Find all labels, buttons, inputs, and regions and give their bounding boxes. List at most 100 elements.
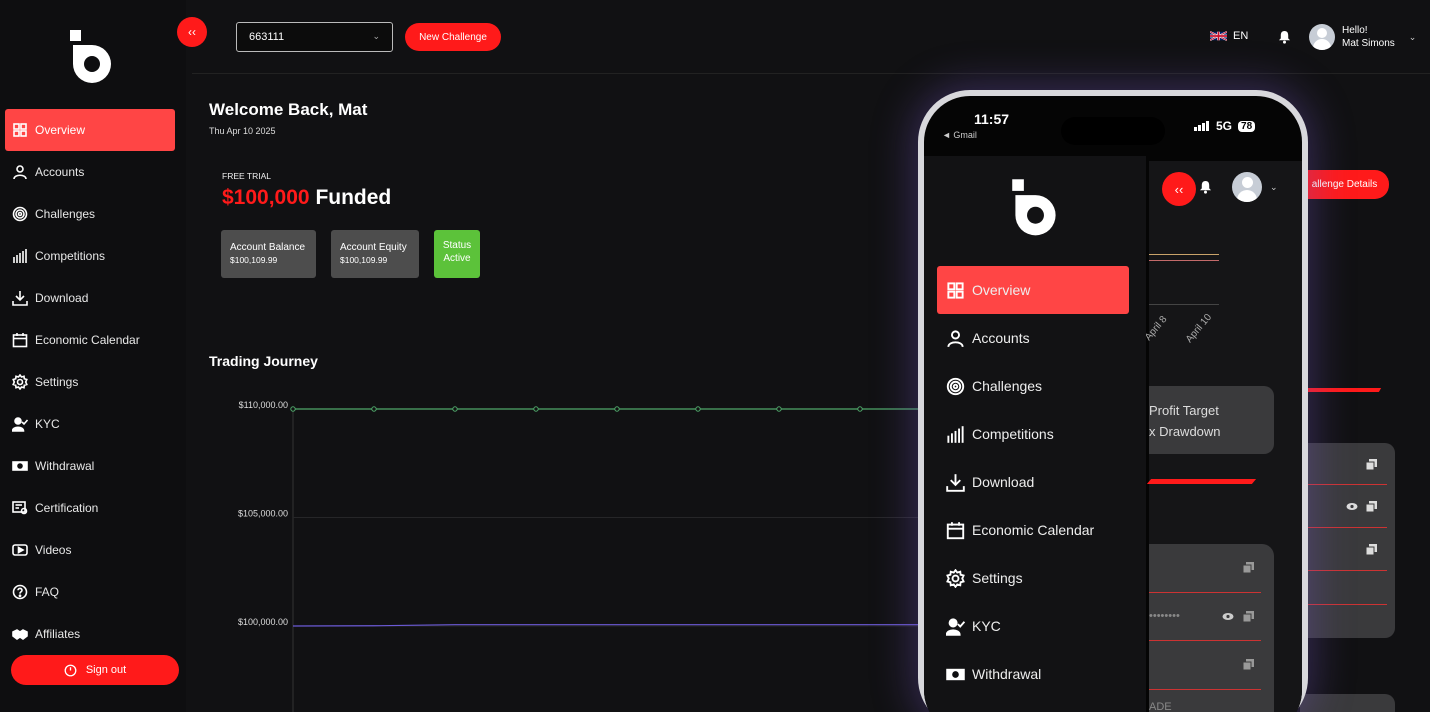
data-point[interactable] [533, 406, 539, 412]
user-greeting: Hello! [1342, 25, 1368, 36]
current-date: Thu Apr 10 2025 [209, 126, 276, 136]
sidebar-item-label: Competitions [35, 249, 106, 263]
copy-icon[interactable] [1366, 501, 1377, 512]
user-icon [12, 164, 28, 180]
eye-icon[interactable] [1222, 612, 1234, 621]
challenge-details-label: allenge Details [1311, 179, 1378, 190]
phone-nav-item-accounts[interactable]: Accounts [937, 314, 1129, 362]
notification-bell-icon[interactable] [1278, 30, 1291, 44]
network-label: 5G [1216, 119, 1233, 133]
challenge-details-button[interactable]: allenge Details [1300, 170, 1389, 199]
phone-nav-item-competitions[interactable]: Competitions [937, 410, 1129, 458]
collapse-sidebar-button[interactable]: ‹‹ [177, 17, 207, 47]
x-tick-label: April 8 [1142, 314, 1170, 343]
phone-nav-item-challenges[interactable]: Challenges [937, 362, 1129, 410]
phone-nav-label: Challenges [972, 378, 1043, 394]
data-point[interactable] [452, 406, 458, 412]
sidebar-item-label: Challenges [35, 207, 96, 221]
copy-icon[interactable] [1366, 459, 1377, 470]
chevron-down-icon: ⌄ [1270, 182, 1278, 192]
sidebar-item-competitions[interactable]: Competitions [5, 235, 175, 277]
gear-icon [12, 374, 28, 390]
sidebar-item-download[interactable]: Download [5, 277, 175, 319]
copy-icon[interactable] [1243, 659, 1254, 670]
account-select[interactable]: 663111 ⌄ [236, 22, 393, 52]
phone-nav-item-economic-calendar[interactable]: Economic Calendar [937, 506, 1129, 554]
sidebar-item-label: Settings [35, 375, 79, 389]
y-tick-label: $105,000.00 [238, 509, 288, 519]
sidebar-item-label: Certification [35, 501, 99, 515]
row-divider [1149, 640, 1261, 641]
sidebar-item-kyc[interactable]: KYC [5, 403, 175, 445]
sidebar-item-overview[interactable]: Overview [5, 109, 175, 151]
double-chevron-left-icon: ‹‹ [188, 25, 196, 39]
sidebar-item-accounts[interactable]: Accounts [5, 151, 175, 193]
row-divider [1300, 527, 1387, 528]
phone-nav-item-download[interactable]: Download [937, 458, 1129, 506]
language-selector[interactable]: EN [1210, 30, 1248, 42]
phone-nav-item-overview[interactable]: Overview [937, 266, 1129, 314]
phone-status-icons: 5G 78 [1194, 119, 1256, 133]
sidebar-item-affiliates[interactable]: Affiliates [5, 613, 175, 655]
stat-value: $100,109.99 [230, 255, 278, 265]
copy-icon[interactable] [1243, 562, 1254, 573]
phone-mockup: 11:57 ◄ Gmail 5G 78 April 8 April 10 11 … [918, 90, 1308, 712]
data-point[interactable] [290, 406, 296, 412]
account-credentials-card [1300, 443, 1395, 638]
sidebar-item-videos[interactable]: Videos [5, 529, 175, 571]
stat-label: Status [442, 240, 472, 251]
x-tick-label: April 10 [1183, 311, 1215, 346]
chart-line [1149, 260, 1219, 261]
notification-bell-icon[interactable] [1199, 180, 1212, 194]
data-point[interactable] [857, 406, 863, 412]
sidebar-item-withdrawal[interactable]: Withdrawal [5, 445, 175, 487]
sidebar-item-economic-calendar[interactable]: Economic Calendar [5, 319, 175, 361]
row-divider [1300, 484, 1387, 485]
new-challenge-label: New Challenge [419, 31, 487, 43]
copy-icon[interactable] [1243, 611, 1254, 622]
phone-nav-item-settings[interactable]: Settings [937, 554, 1129, 602]
brand-logo [70, 30, 111, 83]
row-divider [1149, 592, 1261, 593]
tile-line: x Drawdown [1149, 424, 1221, 439]
avatar[interactable] [1232, 172, 1262, 202]
user-info: Hello! Mat Simons [1342, 24, 1395, 50]
download-icon [945, 472, 965, 492]
bars-icon [12, 248, 28, 264]
sidebar-item-faq[interactable]: FAQ [5, 571, 175, 613]
phone-nav-item-kyc[interactable]: KYC [937, 602, 1129, 650]
phone-sidebar-nav: Overview Accounts Challenges Competitions Do… [937, 266, 1129, 698]
sidebar-item-label: Affiliates [35, 627, 81, 641]
language-label: EN [1233, 30, 1249, 42]
sidebar-item-settings[interactable]: Settings [5, 361, 175, 403]
accent-divider [1146, 479, 1257, 484]
sidebar-item-challenges[interactable]: Challenges [5, 193, 175, 235]
cash-icon [12, 458, 28, 474]
sign-out-button[interactable]: Sign out [11, 655, 179, 685]
data-point[interactable] [776, 406, 782, 412]
download-icon [12, 290, 28, 306]
secondary-card [1300, 694, 1395, 712]
new-challenge-button[interactable]: New Challenge [405, 23, 501, 51]
data-point[interactable] [695, 406, 701, 412]
sidebar-item-label: KYC [35, 417, 60, 431]
sidebar-item-label: Download [35, 291, 89, 305]
phone-nav-item-withdrawal[interactable]: Withdrawal [937, 650, 1129, 698]
data-point[interactable] [614, 406, 620, 412]
trading-journey-title: Trading Journey [209, 353, 318, 369]
eye-icon[interactable] [1346, 502, 1358, 511]
data-point[interactable] [371, 406, 377, 412]
sidebar-item-label: FAQ [35, 585, 60, 599]
calendar-icon [945, 520, 965, 540]
brand-logo [1012, 179, 1056, 236]
copy-icon[interactable] [1366, 544, 1377, 555]
sidebar-item-certification[interactable]: Certification [5, 487, 175, 529]
play-icon [12, 542, 28, 558]
accent-divider [1303, 388, 1382, 392]
calendar-icon [12, 332, 28, 348]
phone-collapse-button[interactable]: ‹‹ [1162, 172, 1196, 206]
user-menu[interactable]: Hello! Mat Simons ⌄ [1309, 24, 1416, 50]
trading-journey-chart: $110,000.00 $105,000.00 $100,000.00 [238, 400, 920, 712]
phone-nav-label: Settings [972, 570, 1023, 586]
credential-text: •••••••• [1149, 610, 1180, 622]
